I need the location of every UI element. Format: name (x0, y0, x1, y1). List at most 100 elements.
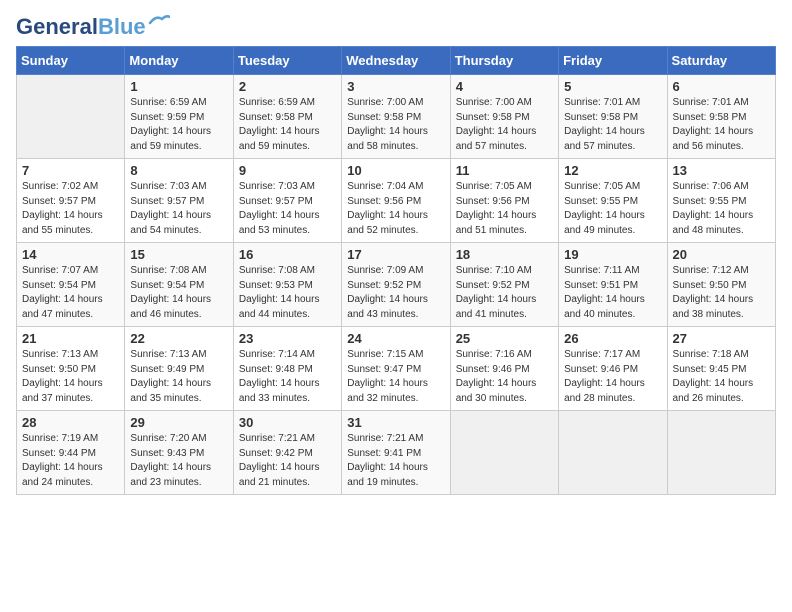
day-info: Sunrise: 7:08 AM Sunset: 9:54 PM Dayligh… (130, 264, 227, 322)
day-number: 2 (239, 79, 336, 94)
calendar-day-cell: 22 Sunrise: 7:13 AM Sunset: 9:49 PM Dayl… (125, 327, 233, 411)
day-info: Sunrise: 7:14 AM Sunset: 9:48 PM Dayligh… (239, 348, 336, 406)
day-info: Sunrise: 7:01 AM Sunset: 9:58 PM Dayligh… (673, 96, 770, 154)
calendar-day-cell (17, 75, 125, 159)
weekday-header-sunday: Sunday (17, 47, 125, 75)
calendar-day-cell: 6 Sunrise: 7:01 AM Sunset: 9:58 PM Dayli… (667, 75, 775, 159)
calendar-day-cell: 18 Sunrise: 7:10 AM Sunset: 9:52 PM Dayl… (450, 243, 558, 327)
day-info: Sunrise: 7:11 AM Sunset: 9:51 PM Dayligh… (564, 264, 661, 322)
calendar-day-cell (450, 411, 558, 495)
calendar-week-row: 21 Sunrise: 7:13 AM Sunset: 9:50 PM Dayl… (17, 327, 776, 411)
calendar-day-cell: 19 Sunrise: 7:11 AM Sunset: 9:51 PM Dayl… (559, 243, 667, 327)
day-number: 20 (673, 247, 770, 262)
calendar-day-cell: 28 Sunrise: 7:19 AM Sunset: 9:44 PM Dayl… (17, 411, 125, 495)
calendar-day-cell: 5 Sunrise: 7:01 AM Sunset: 9:58 PM Dayli… (559, 75, 667, 159)
calendar-day-cell: 29 Sunrise: 7:20 AM Sunset: 9:43 PM Dayl… (125, 411, 233, 495)
calendar-day-cell: 4 Sunrise: 7:00 AM Sunset: 9:58 PM Dayli… (450, 75, 558, 159)
calendar-day-cell: 1 Sunrise: 6:59 AM Sunset: 9:59 PM Dayli… (125, 75, 233, 159)
day-number: 9 (239, 163, 336, 178)
logo-bird-icon (148, 13, 170, 31)
calendar-week-row: 1 Sunrise: 6:59 AM Sunset: 9:59 PM Dayli… (17, 75, 776, 159)
day-info: Sunrise: 7:17 AM Sunset: 9:46 PM Dayligh… (564, 348, 661, 406)
calendar-day-cell: 20 Sunrise: 7:12 AM Sunset: 9:50 PM Dayl… (667, 243, 775, 327)
calendar-day-cell: 8 Sunrise: 7:03 AM Sunset: 9:57 PM Dayli… (125, 159, 233, 243)
day-info: Sunrise: 6:59 AM Sunset: 9:58 PM Dayligh… (239, 96, 336, 154)
calendar-day-cell (559, 411, 667, 495)
day-number: 14 (22, 247, 119, 262)
weekday-header-friday: Friday (559, 47, 667, 75)
day-number: 4 (456, 79, 553, 94)
day-info: Sunrise: 7:21 AM Sunset: 9:42 PM Dayligh… (239, 432, 336, 490)
day-number: 26 (564, 331, 661, 346)
day-info: Sunrise: 7:20 AM Sunset: 9:43 PM Dayligh… (130, 432, 227, 490)
calendar-table: SundayMondayTuesdayWednesdayThursdayFrid… (16, 46, 776, 495)
day-info: Sunrise: 7:03 AM Sunset: 9:57 PM Dayligh… (130, 180, 227, 238)
calendar-day-cell: 26 Sunrise: 7:17 AM Sunset: 9:46 PM Dayl… (559, 327, 667, 411)
day-number: 3 (347, 79, 444, 94)
day-info: Sunrise: 6:59 AM Sunset: 9:59 PM Dayligh… (130, 96, 227, 154)
calendar-day-cell (667, 411, 775, 495)
day-number: 28 (22, 415, 119, 430)
calendar-day-cell: 30 Sunrise: 7:21 AM Sunset: 9:42 PM Dayl… (233, 411, 341, 495)
day-info: Sunrise: 7:13 AM Sunset: 9:50 PM Dayligh… (22, 348, 119, 406)
calendar-day-cell: 9 Sunrise: 7:03 AM Sunset: 9:57 PM Dayli… (233, 159, 341, 243)
calendar-day-cell: 15 Sunrise: 7:08 AM Sunset: 9:54 PM Dayl… (125, 243, 233, 327)
weekday-header-monday: Monday (125, 47, 233, 75)
day-info: Sunrise: 7:13 AM Sunset: 9:49 PM Dayligh… (130, 348, 227, 406)
day-number: 21 (22, 331, 119, 346)
day-number: 7 (22, 163, 119, 178)
day-number: 25 (456, 331, 553, 346)
day-info: Sunrise: 7:05 AM Sunset: 9:56 PM Dayligh… (456, 180, 553, 238)
day-number: 17 (347, 247, 444, 262)
calendar-day-cell: 13 Sunrise: 7:06 AM Sunset: 9:55 PM Dayl… (667, 159, 775, 243)
day-info: Sunrise: 7:15 AM Sunset: 9:47 PM Dayligh… (347, 348, 444, 406)
day-number: 13 (673, 163, 770, 178)
day-info: Sunrise: 7:18 AM Sunset: 9:45 PM Dayligh… (673, 348, 770, 406)
day-info: Sunrise: 7:08 AM Sunset: 9:53 PM Dayligh… (239, 264, 336, 322)
weekday-header-thursday: Thursday (450, 47, 558, 75)
day-number: 19 (564, 247, 661, 262)
day-number: 24 (347, 331, 444, 346)
day-info: Sunrise: 7:00 AM Sunset: 9:58 PM Dayligh… (347, 96, 444, 154)
weekday-header-tuesday: Tuesday (233, 47, 341, 75)
day-info: Sunrise: 7:19 AM Sunset: 9:44 PM Dayligh… (22, 432, 119, 490)
day-info: Sunrise: 7:04 AM Sunset: 9:56 PM Dayligh… (347, 180, 444, 238)
calendar-day-cell: 31 Sunrise: 7:21 AM Sunset: 9:41 PM Dayl… (342, 411, 450, 495)
calendar-day-cell: 21 Sunrise: 7:13 AM Sunset: 9:50 PM Dayl… (17, 327, 125, 411)
day-number: 16 (239, 247, 336, 262)
day-number: 22 (130, 331, 227, 346)
day-info: Sunrise: 7:05 AM Sunset: 9:55 PM Dayligh… (564, 180, 661, 238)
calendar-day-cell: 25 Sunrise: 7:16 AM Sunset: 9:46 PM Dayl… (450, 327, 558, 411)
calendar-day-cell: 17 Sunrise: 7:09 AM Sunset: 9:52 PM Dayl… (342, 243, 450, 327)
calendar-day-cell: 3 Sunrise: 7:00 AM Sunset: 9:58 PM Dayli… (342, 75, 450, 159)
day-number: 10 (347, 163, 444, 178)
day-number: 5 (564, 79, 661, 94)
day-info: Sunrise: 7:02 AM Sunset: 9:57 PM Dayligh… (22, 180, 119, 238)
day-number: 29 (130, 415, 227, 430)
calendar-day-cell: 11 Sunrise: 7:05 AM Sunset: 9:56 PM Dayl… (450, 159, 558, 243)
weekday-header-wednesday: Wednesday (342, 47, 450, 75)
day-info: Sunrise: 7:09 AM Sunset: 9:52 PM Dayligh… (347, 264, 444, 322)
calendar-week-row: 28 Sunrise: 7:19 AM Sunset: 9:44 PM Dayl… (17, 411, 776, 495)
day-info: Sunrise: 7:00 AM Sunset: 9:58 PM Dayligh… (456, 96, 553, 154)
weekday-header-saturday: Saturday (667, 47, 775, 75)
day-number: 23 (239, 331, 336, 346)
calendar-day-cell: 16 Sunrise: 7:08 AM Sunset: 9:53 PM Dayl… (233, 243, 341, 327)
day-number: 15 (130, 247, 227, 262)
calendar-week-row: 14 Sunrise: 7:07 AM Sunset: 9:54 PM Dayl… (17, 243, 776, 327)
calendar-day-cell: 2 Sunrise: 6:59 AM Sunset: 9:58 PM Dayli… (233, 75, 341, 159)
day-info: Sunrise: 7:12 AM Sunset: 9:50 PM Dayligh… (673, 264, 770, 322)
day-info: Sunrise: 7:21 AM Sunset: 9:41 PM Dayligh… (347, 432, 444, 490)
calendar-day-cell: 24 Sunrise: 7:15 AM Sunset: 9:47 PM Dayl… (342, 327, 450, 411)
day-info: Sunrise: 7:06 AM Sunset: 9:55 PM Dayligh… (673, 180, 770, 238)
calendar-day-cell: 10 Sunrise: 7:04 AM Sunset: 9:56 PM Dayl… (342, 159, 450, 243)
day-number: 27 (673, 331, 770, 346)
calendar-day-cell: 23 Sunrise: 7:14 AM Sunset: 9:48 PM Dayl… (233, 327, 341, 411)
day-number: 11 (456, 163, 553, 178)
day-number: 31 (347, 415, 444, 430)
day-info: Sunrise: 7:16 AM Sunset: 9:46 PM Dayligh… (456, 348, 553, 406)
calendar-day-cell: 12 Sunrise: 7:05 AM Sunset: 9:55 PM Dayl… (559, 159, 667, 243)
calendar-day-cell: 27 Sunrise: 7:18 AM Sunset: 9:45 PM Dayl… (667, 327, 775, 411)
day-number: 12 (564, 163, 661, 178)
weekday-header-row: SundayMondayTuesdayWednesdayThursdayFrid… (17, 47, 776, 75)
